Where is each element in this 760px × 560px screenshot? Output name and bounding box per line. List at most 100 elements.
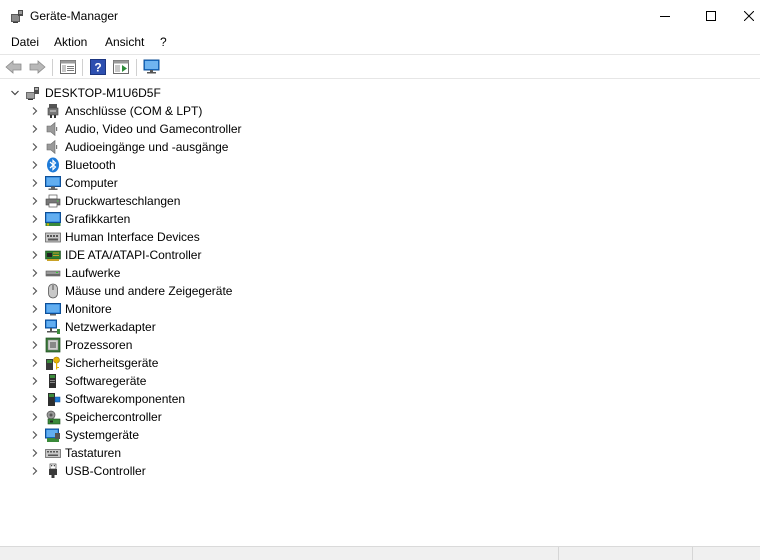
- toolbar-separator: [82, 59, 83, 76]
- chevron-right-icon[interactable]: [28, 372, 42, 390]
- tree-category-row[interactable]: Netzwerkadapter: [28, 318, 156, 336]
- tree-category-row[interactable]: USB-Controller: [28, 462, 146, 480]
- close-button[interactable]: [734, 0, 760, 31]
- chevron-right-icon[interactable]: [28, 408, 42, 426]
- chevron-right-icon[interactable]: [28, 264, 42, 282]
- speaker-icon: [45, 139, 61, 155]
- software-device-icon: [45, 373, 61, 389]
- tree-category-row[interactable]: Sicherheitsgeräte: [28, 354, 158, 372]
- status-divider: [558, 547, 559, 560]
- drive-icon: [45, 265, 61, 281]
- help-icon[interactable]: ?: [88, 58, 108, 76]
- device-manager-icon: [9, 8, 25, 24]
- usb-icon: [45, 463, 61, 479]
- chevron-right-icon[interactable]: [28, 318, 42, 336]
- tree-category-row[interactable]: Druckwarteschlangen: [28, 192, 180, 210]
- chevron-right-icon[interactable]: [28, 210, 42, 228]
- tree-category-label: Softwaregeräte: [65, 374, 147, 388]
- monitor-scan-icon[interactable]: [142, 58, 162, 76]
- mouse-icon: [45, 283, 61, 299]
- chevron-right-icon[interactable]: [28, 462, 42, 480]
- status-divider: [692, 547, 693, 560]
- tree-category-row[interactable]: Monitore: [28, 300, 112, 318]
- tree-category-row[interactable]: Softwarekomponenten: [28, 390, 185, 408]
- printer-icon: [45, 193, 61, 209]
- tree-category-row[interactable]: Systemgeräte: [28, 426, 139, 444]
- tree-category-row[interactable]: Bluetooth: [28, 156, 116, 174]
- chevron-right-icon[interactable]: [28, 120, 42, 138]
- tree-category-label: Softwarekomponenten: [65, 392, 186, 406]
- tree-root[interactable]: DESKTOP-M1U6D5F: [8, 84, 161, 102]
- chevron-right-icon[interactable]: [28, 390, 42, 408]
- tree-category-label: Laufwerke: [65, 266, 121, 280]
- tree-category-label: Grafikkarten: [65, 212, 131, 226]
- menu-datei[interactable]: Datei: [9, 35, 41, 49]
- hid-icon: [45, 229, 61, 245]
- tree-category-label: Monitore: [65, 302, 112, 316]
- tree-category-row[interactable]: Laufwerke: [28, 264, 120, 282]
- toolbar-separator: [136, 59, 137, 76]
- tree-category-label: Netzwerkadapter: [65, 320, 156, 334]
- tree-category-label: IDE ATA/ATAPI-Controller: [65, 248, 202, 262]
- tree-category-row[interactable]: Audioeingänge und -ausgänge: [28, 138, 228, 156]
- network-adapter-icon: [45, 319, 61, 335]
- chevron-right-icon[interactable]: [28, 102, 42, 120]
- root-label: DESKTOP-M1U6D5F: [45, 86, 161, 100]
- tree-category-label: Audio, Video und Gamecontroller: [65, 122, 242, 136]
- chevron-right-icon[interactable]: [28, 282, 42, 300]
- tree-category-label: Sicherheitsgeräte: [65, 356, 159, 370]
- device-tree: DESKTOP-M1U6D5F Anschlüsse (COM & LPT) Au…: [0, 81, 760, 546]
- tree-category-row[interactable]: Audio, Video und Gamecontroller: [28, 120, 242, 138]
- tree-category-row[interactable]: Prozessoren: [28, 336, 132, 354]
- tree-category-row[interactable]: Anschlüsse (COM & LPT): [28, 102, 202, 120]
- tree-category-label: Systemgeräte: [65, 428, 140, 442]
- tree-category-row[interactable]: Tastaturen: [28, 444, 121, 462]
- chevron-right-icon[interactable]: [28, 192, 42, 210]
- tree-category-row[interactable]: Computer: [28, 174, 118, 192]
- tree-category-row[interactable]: Mäuse und andere Zeigegeräte: [28, 282, 232, 300]
- processor-icon: [45, 337, 61, 353]
- security-device-icon: [45, 355, 61, 371]
- chevron-right-icon[interactable]: [28, 138, 42, 156]
- menu-bar: Datei Aktion Ansicht ?: [0, 31, 760, 53]
- tree-category-label: Tastaturen: [65, 446, 122, 460]
- tree-category-row[interactable]: Softwaregeräte: [28, 372, 146, 390]
- back-arrow-icon[interactable]: [4, 58, 24, 76]
- chevron-right-icon[interactable]: [28, 336, 42, 354]
- chevron-right-icon[interactable]: [28, 228, 42, 246]
- tree-category-row[interactable]: Grafikkarten: [28, 210, 130, 228]
- computer-icon: [45, 175, 61, 191]
- toolbar-separator: [52, 59, 53, 76]
- tree-category-label: USB-Controller: [65, 464, 146, 478]
- chevron-right-icon[interactable]: [28, 354, 42, 372]
- speaker-icon: [45, 121, 61, 137]
- properties-icon[interactable]: [58, 58, 78, 76]
- menu-ansicht[interactable]: Ansicht: [103, 35, 146, 49]
- chevron-right-icon[interactable]: [28, 246, 42, 264]
- tree-category-row[interactable]: Human Interface Devices: [28, 228, 200, 246]
- chevron-right-icon[interactable]: [28, 300, 42, 318]
- chevron-right-icon[interactable]: [28, 444, 42, 462]
- bluetooth-icon: [45, 157, 61, 173]
- view-icon[interactable]: [111, 58, 131, 76]
- svg-text:?: ?: [94, 61, 101, 75]
- window-title: Geräte-Manager: [30, 9, 119, 23]
- minimize-button[interactable]: [642, 0, 688, 31]
- chevron-right-icon[interactable]: [28, 156, 42, 174]
- chevron-right-icon[interactable]: [28, 174, 42, 192]
- storage-controller-icon: [45, 409, 61, 425]
- menu-help[interactable]: ?: [158, 35, 169, 49]
- keyboard-icon: [45, 445, 61, 461]
- chevron-right-icon[interactable]: [28, 426, 42, 444]
- forward-arrow-icon[interactable]: [27, 58, 47, 76]
- maximize-button[interactable]: [688, 0, 734, 31]
- chevron-down-icon[interactable]: [8, 84, 22, 102]
- tree-category-row[interactable]: IDE ATA/ATAPI-Controller: [28, 246, 201, 264]
- menu-aktion[interactable]: Aktion: [52, 35, 89, 49]
- title-bar: Geräte-Manager: [0, 0, 760, 31]
- computer-root-icon: [25, 85, 41, 101]
- tree-category-row[interactable]: Speichercontroller: [28, 408, 162, 426]
- status-bar: [0, 546, 760, 560]
- tree-category-label: Mäuse und andere Zeigegeräte: [65, 284, 233, 298]
- ide-controller-icon: [45, 247, 61, 263]
